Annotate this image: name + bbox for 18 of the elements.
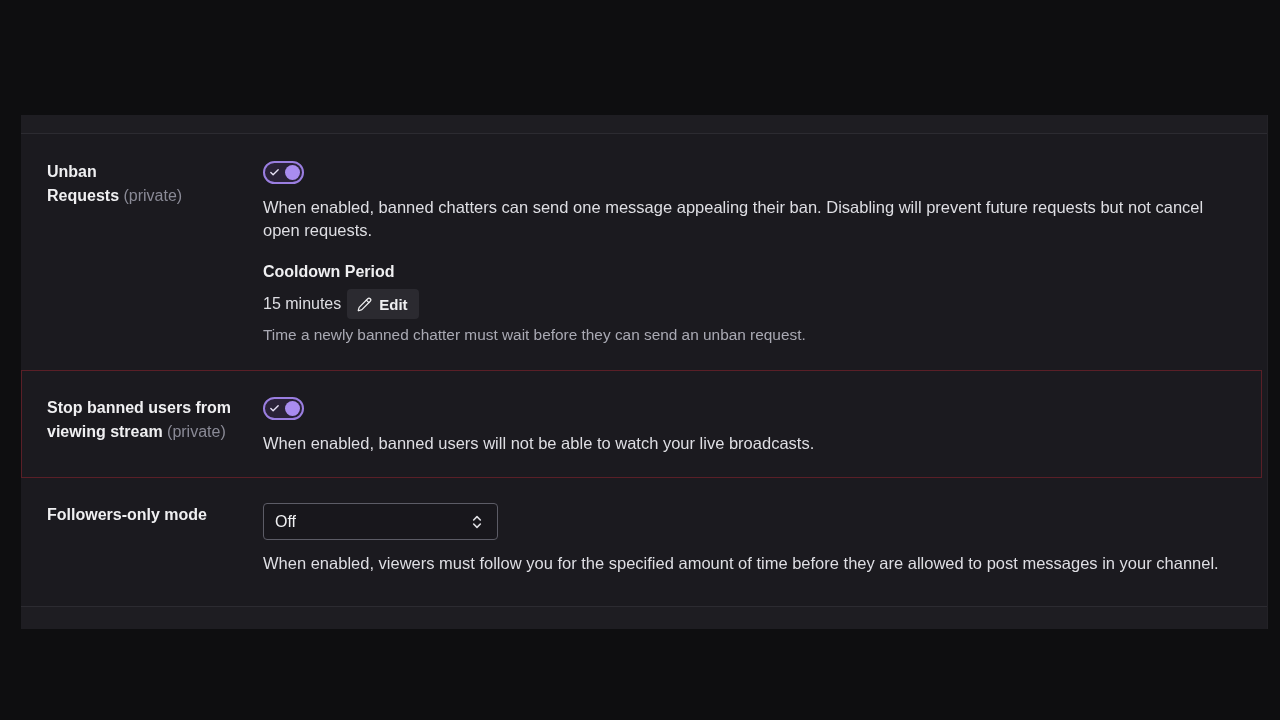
edit-button[interactable]: Edit bbox=[347, 289, 419, 319]
cooldown-value: 15 minutes bbox=[263, 295, 342, 313]
setting-label: Unban Requests (private) bbox=[47, 162, 184, 206]
toggle-switch[interactable] bbox=[263, 397, 304, 420]
toggle-switch[interactable] bbox=[263, 161, 304, 184]
cooldown-hint: Time a newly banned chatter must wait before they can send an unban request. bbox=[263, 325, 806, 345]
pencil-icon bbox=[357, 296, 373, 312]
toggle-knob bbox=[285, 165, 300, 180]
sub-setting-title: Cooldown Period bbox=[263, 262, 395, 282]
setting-description: When enabled, viewers must follow you for the specified amount of time before they are allowed to post messages in your channel. bbox=[263, 553, 1219, 574]
check-icon bbox=[269, 403, 280, 414]
check-icon bbox=[269, 167, 280, 178]
toggle-knob bbox=[285, 401, 300, 416]
setting-description: When enabled, banned chatters can send one message appealing their ban. Disabling will prevent future requests but not cancel open requests. bbox=[263, 197, 1205, 241]
select-field[interactable]: Off bbox=[263, 503, 498, 540]
setting-label: Followers-only mode bbox=[47, 505, 208, 525]
setting-label: Stop banned users from viewing stream (private) bbox=[47, 398, 233, 442]
setting-description: When enabled, banned users will not be able to watch your live broadcasts. bbox=[263, 433, 815, 454]
